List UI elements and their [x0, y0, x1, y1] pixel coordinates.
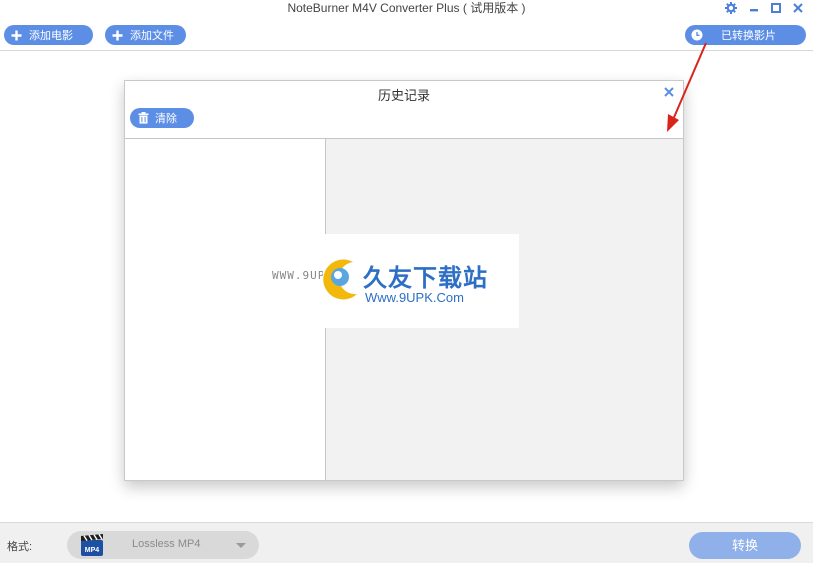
history-list-pane[interactable] [125, 139, 325, 480]
toolbar: 添加电影 添加文件 已转换影片 [0, 22, 813, 51]
bottom-bar: 格式: MP4 Lossless MP4 转换 [0, 522, 813, 563]
dialog-close-icon[interactable] [663, 86, 675, 98]
mp4-format-icon: MP4 [80, 533, 104, 557]
minimize-icon[interactable] [746, 0, 762, 16]
window-title: NoteBurner M4V Converter Plus ( 试用版本 ) [287, 1, 526, 15]
svg-text:MP4: MP4 [85, 547, 100, 554]
maximize-icon[interactable] [768, 0, 784, 16]
convert-button[interactable]: 转换 [689, 532, 801, 559]
add-movie-button[interactable]: 添加电影 [4, 25, 93, 45]
add-file-button[interactable]: 添加文件 [105, 25, 186, 45]
converted-movies-label: 已转换影片 [721, 30, 776, 42]
close-icon[interactable] [790, 0, 806, 16]
watermark-url-text: Www.9UPK.Com [365, 290, 464, 305]
add-file-label: 添加文件 [130, 30, 174, 42]
plus-icon [10, 29, 22, 41]
title-bar: NoteBurner M4V Converter Plus ( 试用版本 ) [0, 0, 813, 22]
clear-history-label: 清除 [155, 113, 177, 125]
format-label: 格式: [7, 541, 33, 553]
converted-movies-button[interactable]: 已转换影片 [685, 25, 806, 45]
trash-icon [138, 112, 149, 124]
plus-icon [111, 29, 123, 41]
watermark-big-text: 久友下载站 [363, 265, 488, 292]
watermark-moon-logo [323, 254, 363, 304]
clear-history-button[interactable]: 清除 [130, 108, 194, 128]
dialog-title: 历史记录 [377, 88, 430, 103]
settings-gear-icon[interactable] [723, 0, 739, 16]
format-value: Lossless MP4 [132, 538, 201, 550]
history-clock-icon [691, 29, 703, 41]
format-select[interactable]: MP4 Lossless MP4 [67, 531, 259, 559]
watermark: 久友下载站 Www.9UPK.Com [323, 234, 519, 328]
chevron-down-icon [236, 543, 246, 548]
add-movie-label: 添加电影 [29, 30, 73, 42]
